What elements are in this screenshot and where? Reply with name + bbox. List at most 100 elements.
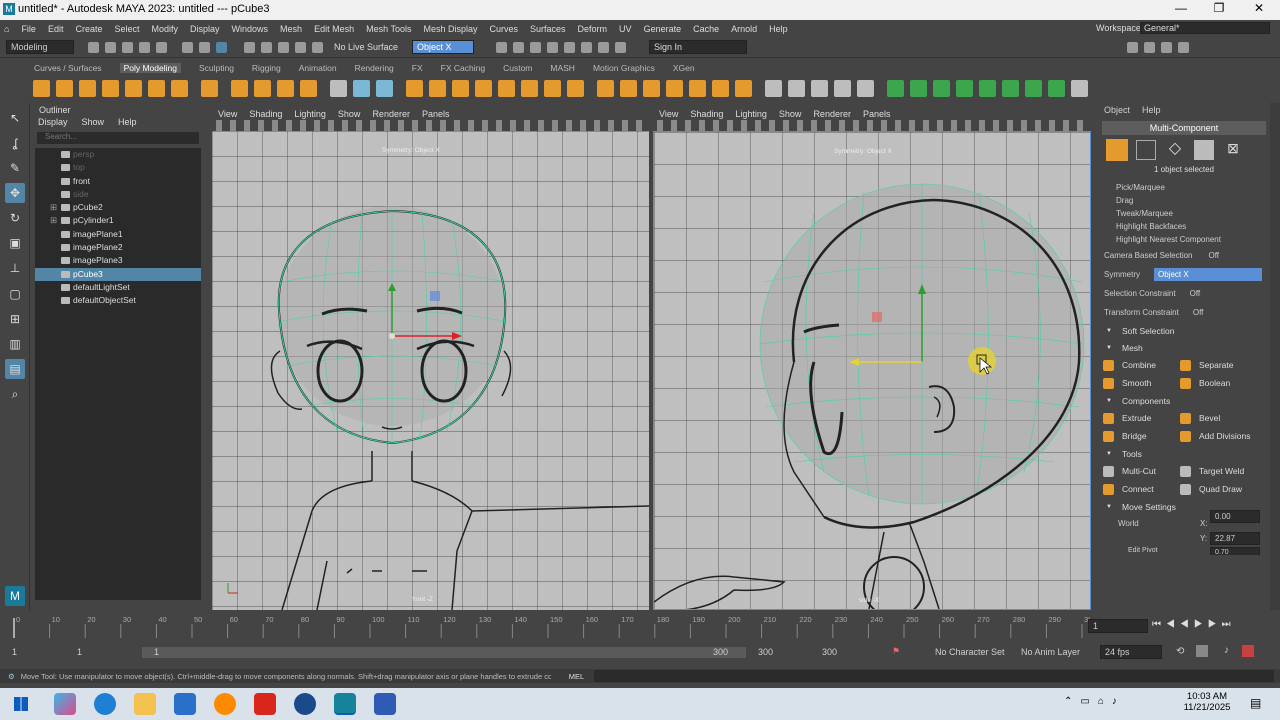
outliner-item[interactable]: imagePlane2 (35, 241, 201, 254)
toolkit-menu-object[interactable]: Object (1104, 105, 1130, 115)
uv-automatic-icon[interactable] (956, 79, 973, 97)
transform-constraint-value[interactable]: Off (1193, 306, 1204, 319)
menu-help[interactable]: Help (769, 24, 788, 34)
quad-draw-button[interactable]: Quad Draw (1175, 480, 1252, 498)
expand-icon[interactable]: ⊞ (50, 214, 57, 227)
poly-cone-icon[interactable] (102, 79, 119, 97)
bridge-button[interactable]: Bridge (1098, 427, 1175, 445)
menu-surfaces[interactable]: Surfaces (530, 24, 566, 34)
prefs-icon[interactable] (1196, 645, 1208, 657)
bevel-button[interactable]: Bevel (1175, 409, 1252, 427)
edit-pivot-button[interactable]: Edit Pivot (1128, 547, 1158, 554)
new-scene-icon[interactable] (88, 41, 99, 53)
minimize-button[interactable]: — (1166, 1, 1196, 15)
shelf-tab-motion-graphics[interactable]: Motion Graphics (593, 63, 655, 73)
menu-deform[interactable]: Deform (578, 24, 608, 34)
front-panels-menu[interactable]: Panels (422, 109, 450, 119)
expand-icon[interactable]: ⊞ (50, 201, 57, 214)
tools-section[interactable]: Tools (1098, 447, 1270, 462)
snap-view-icon[interactable] (295, 41, 306, 53)
add-divisions-button[interactable]: Add Divisions (1175, 427, 1252, 445)
workspace-dropdown[interactable]: General* (1140, 22, 1270, 34)
combine-button[interactable]: Combine (1098, 356, 1175, 374)
outliner-menu-show[interactable]: Show (82, 117, 105, 127)
open-scene-icon[interactable] (105, 41, 116, 53)
outliner-item[interactable]: pCube3 (35, 267, 201, 281)
boolean-button[interactable]: Boolean (1175, 374, 1252, 392)
notifications-icon[interactable]: ▤ (1250, 696, 1261, 710)
menu-create[interactable]: Create (75, 24, 102, 34)
target-weld-button[interactable]: Target Weld (1175, 462, 1252, 480)
uv-cylindrical-icon[interactable] (910, 79, 927, 97)
side-shading-menu[interactable]: Shading (690, 109, 723, 119)
edge-mode-icon[interactable]: ◇ (1165, 140, 1185, 160)
menu-mesh-display[interactable]: Mesh Display (423, 24, 477, 34)
maya-home-icon[interactable]: M (5, 586, 25, 606)
auto-key-icon[interactable]: ⚑ (892, 646, 900, 657)
menu-uv[interactable]: UV (619, 24, 632, 34)
snap-surface-icon[interactable] (312, 41, 323, 53)
menu-display[interactable]: Display (190, 24, 220, 34)
reduce-icon[interactable] (620, 79, 637, 97)
render-icon[interactable] (513, 41, 525, 53)
highlight-nearest-checkbox[interactable]: Highlight Nearest Component (1098, 233, 1270, 246)
menu-modify[interactable]: Modify (152, 24, 179, 34)
connect-shelf-icon[interactable] (811, 79, 828, 97)
menu-file[interactable]: File (21, 24, 36, 34)
sound-icon[interactable]: ♪ (1224, 645, 1229, 656)
soft-selection-section[interactable]: Soft Selection (1098, 322, 1270, 341)
shelf-tab-fx[interactable]: FX (412, 63, 423, 73)
select-component-icon[interactable] (216, 41, 227, 53)
symmetry-dropdown[interactable]: Object X (1154, 268, 1262, 281)
toolkit-menu-help[interactable]: Help (1142, 105, 1161, 115)
character-set-dropdown[interactable]: No Character Set (935, 647, 1005, 657)
quadrangulate-icon[interactable] (666, 79, 683, 97)
two-view-icon[interactable]: ▥ (5, 334, 25, 354)
search-icon[interactable]: ⌕ (5, 384, 25, 404)
front-view-menu[interactable]: View (218, 109, 237, 119)
menu-edit-mesh[interactable]: Edit Mesh (314, 24, 354, 34)
triangulate-icon[interactable] (643, 79, 660, 97)
fill-hole-icon[interactable] (597, 79, 614, 97)
highlight-backfaces-checkbox[interactable]: Highlight Backfaces (1098, 220, 1270, 233)
svg-icon[interactable] (300, 79, 317, 97)
multi-cut-button[interactable]: Multi-Cut (1098, 462, 1175, 480)
menu-mesh-tools[interactable]: Mesh Tools (366, 24, 411, 34)
live-surface-label[interactable]: No Live Surface (334, 42, 398, 52)
save-scene-icon[interactable] (122, 41, 133, 53)
uv-editor-icon[interactable] (330, 79, 347, 97)
side-viewport-canvas[interactable] (654, 132, 1090, 609)
poly-sphere-icon[interactable] (33, 79, 50, 97)
attribute-editor-icon[interactable] (1161, 41, 1173, 53)
selection-constraint-value[interactable]: Off (1190, 287, 1201, 300)
scale-tool-icon[interactable]: ▣ (5, 233, 25, 253)
uv-mode-icon[interactable]: ⊠ (1223, 140, 1243, 160)
superellipse-icon[interactable] (231, 79, 248, 97)
system-tray-icons[interactable]: ⌃▭⌂♪ (1064, 696, 1125, 707)
front-viewport-toolbar[interactable] (212, 120, 649, 131)
poly-plane-icon[interactable] (148, 79, 165, 97)
menu-edit[interactable]: Edit (48, 24, 64, 34)
poly-torus-icon[interactable] (125, 79, 142, 97)
separate-shelf-icon[interactable] (429, 79, 446, 97)
menu-arnold[interactable]: Arnold (731, 24, 757, 34)
world-dropdown[interactable]: World (1118, 519, 1139, 528)
firefox-icon[interactable] (214, 693, 236, 715)
extrude-shelf-icon[interactable] (521, 79, 538, 97)
edge-icon[interactable] (94, 693, 116, 715)
side-view-menu[interactable]: View (659, 109, 678, 119)
mirror-shelf-icon[interactable] (498, 79, 515, 97)
shelf-tab-rendering[interactable]: Rendering (355, 63, 394, 73)
shelf-tab-fx-caching[interactable]: FX Caching (441, 63, 485, 73)
front-renderer-menu[interactable]: Renderer (372, 109, 410, 119)
select-tool-icon[interactable]: ↖ (5, 108, 25, 128)
smooth-shelf-icon[interactable] (452, 79, 469, 97)
bridge-shelf-icon[interactable] (544, 79, 561, 97)
smooth-button[interactable]: Smooth (1098, 374, 1175, 392)
uv-camera-icon[interactable] (979, 79, 996, 97)
snap-point-icon[interactable] (278, 41, 289, 53)
anim-layer-dropdown[interactable]: No Anim Layer (1021, 647, 1080, 657)
menu-select[interactable]: Select (114, 24, 139, 34)
outliner-item[interactable]: persp (35, 148, 201, 161)
outliner-item[interactable]: top (35, 161, 201, 174)
